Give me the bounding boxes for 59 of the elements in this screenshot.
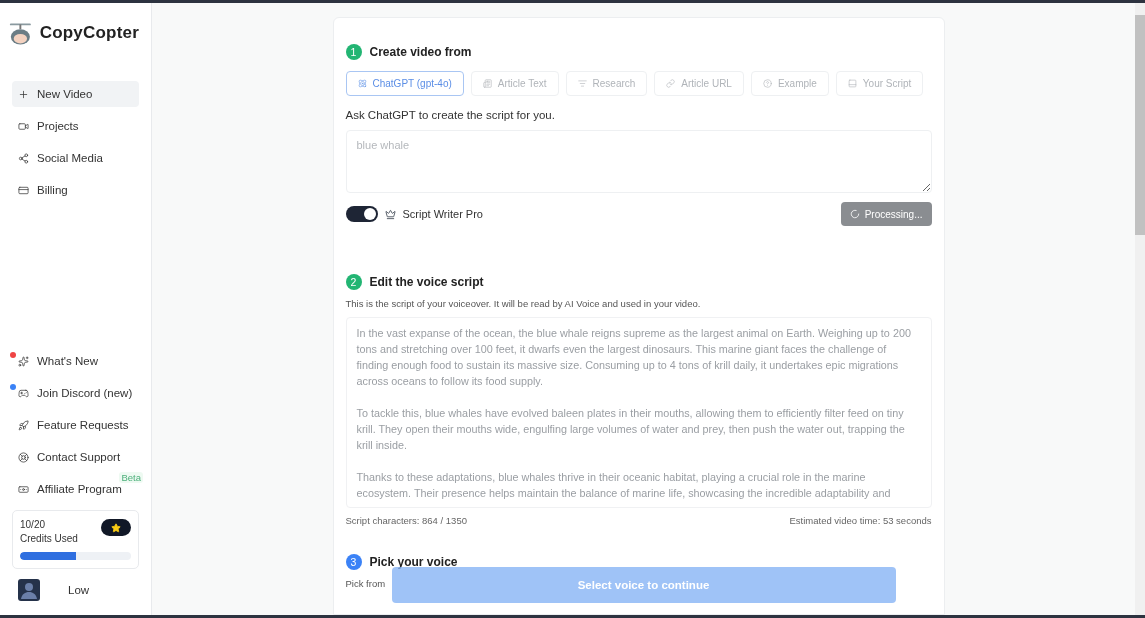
crown-icon	[384, 208, 396, 220]
video-icon	[18, 120, 29, 132]
toggle-switch[interactable]	[345, 206, 378, 222]
credits-label: Credits Used	[20, 533, 78, 544]
script-description: This is the script of your voiceover. It will be read by AI Voice and used in your video.	[345, 298, 701, 309]
prompt-label: Ask ChatGPT to create the script for you.	[345, 109, 556, 121]
nav-item[interactable]: Social Media	[12, 145, 139, 171]
atom-icon	[357, 79, 367, 88]
prompt-field[interactable]: blue whale	[345, 130, 932, 193]
step-title: Pick your voice	[369, 555, 458, 569]
step-number: 2	[345, 274, 362, 290]
nav-item[interactable]: Projects	[12, 113, 139, 139]
list-icon	[577, 79, 587, 88]
panel-icon	[847, 79, 857, 88]
nav-item[interactable]: Contact Support	[12, 444, 139, 470]
nav-item[interactable]: Feature Requests	[12, 412, 139, 438]
nav-label: Affiliate Program	[37, 483, 122, 495]
scrollbar-thumb[interactable]	[1135, 15, 1145, 235]
spinner-icon	[849, 209, 860, 219]
plus-icon	[18, 88, 29, 100]
lifebuoy-icon	[18, 451, 29, 463]
nav-label: Billing	[37, 184, 68, 196]
scrollbar-track[interactable]	[1135, 3, 1145, 615]
beta-badge: Beta	[119, 472, 143, 483]
brand-name: CopyCopter	[39, 23, 139, 43]
step-title: Create video from	[369, 45, 472, 59]
upgrade-button[interactable]	[101, 519, 131, 536]
credit-card-icon	[18, 184, 29, 196]
nav-label: Contact Support	[37, 451, 121, 463]
nav-label: Join Discord (new)	[37, 387, 133, 399]
nav-label: What's New	[37, 355, 98, 367]
avatar-icon	[18, 579, 40, 601]
nav-label: Projects	[37, 120, 79, 132]
character-count: Script characters: 864 / 1350	[345, 515, 467, 526]
star-icon	[111, 522, 121, 533]
nav-item[interactable]: Billing	[12, 177, 139, 203]
gamepad-icon	[18, 387, 29, 399]
nav-item[interactable]: New Video	[12, 81, 139, 107]
help-icon	[762, 79, 772, 88]
share-icon	[18, 152, 29, 164]
step-number: 1	[345, 44, 362, 60]
time-estimate: Estimated video time: 53 seconds	[789, 515, 932, 526]
nav-item[interactable]: Join Discord (new)	[12, 380, 139, 406]
newspaper-icon	[482, 79, 492, 88]
user-name: Low	[68, 584, 90, 596]
toggle-label: Script Writer Pro	[402, 208, 483, 220]
banknote-icon	[18, 483, 29, 495]
sparkle-icon	[18, 355, 29, 367]
step-number: 3	[345, 554, 362, 570]
rocket-icon	[18, 419, 29, 431]
link-icon	[666, 79, 676, 88]
credits-count: 10/20	[20, 519, 46, 530]
nav-label: Social Media	[37, 152, 103, 164]
logo-icon	[7, 21, 34, 45]
step-title: Edit the voice script	[369, 275, 484, 289]
nav-label: Feature Requests	[37, 419, 129, 431]
nav-item[interactable]: What's New	[12, 348, 139, 374]
voice-description: Pick from	[345, 578, 386, 589]
nav-label: New Video	[37, 88, 93, 100]
